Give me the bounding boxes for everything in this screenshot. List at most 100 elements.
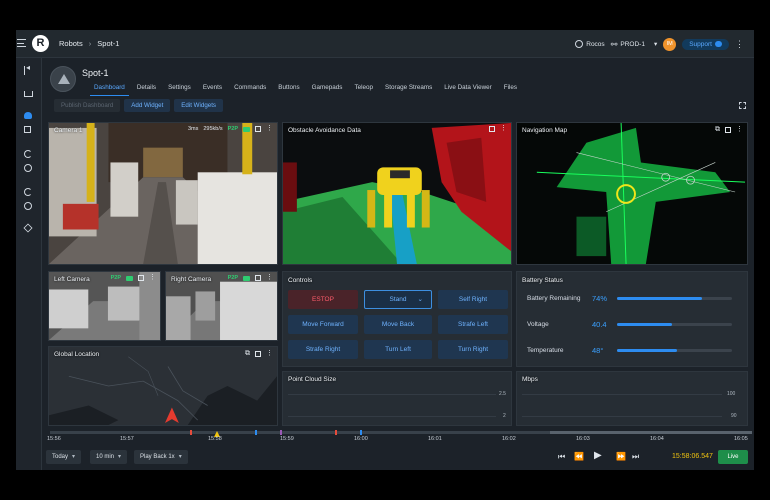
publish-dashboard-button[interactable]: Publish Dashboard — [54, 99, 121, 112]
tab-live-data-viewer[interactable]: Live Data Viewer — [438, 81, 498, 96]
event-marker[interactable] — [255, 430, 257, 435]
voltage-bar — [617, 323, 732, 326]
breadcrumb-current: Spot-1 — [97, 39, 120, 48]
tab-files[interactable]: Files — [498, 81, 523, 96]
latency-readout: 3ms — [187, 126, 199, 132]
self-right-button[interactable]: Self Right — [438, 290, 508, 309]
collapse-icon[interactable] — [24, 63, 33, 75]
more-vertical-icon[interactable]: ⋮ — [266, 350, 273, 357]
rewind-icon[interactable]: ⏪ — [574, 452, 584, 461]
turn-right-button[interactable]: Turn Right — [438, 340, 508, 359]
obstacle-point-cloud — [283, 123, 511, 264]
fullscreen-icon[interactable] — [725, 127, 731, 133]
chat-icon — [715, 41, 722, 47]
more-vertical-icon[interactable]: ⋮ — [266, 274, 273, 281]
fleet-icon[interactable] — [24, 126, 31, 133]
tab-buttons[interactable]: Buttons — [272, 81, 305, 96]
org-selector[interactable]: Rocos — [575, 40, 605, 48]
right-camera-toolbar: P2P ⋮ — [228, 274, 273, 281]
fullscreen-icon[interactable] — [489, 126, 495, 132]
world-icon[interactable] — [24, 202, 32, 210]
fullscreen-icon[interactable] — [255, 275, 261, 281]
controls-title: Controls — [288, 277, 313, 284]
playback-speed-selector[interactable]: Play Back 1x ▾ — [134, 450, 188, 464]
chevron-down-icon: ▾ — [72, 454, 76, 460]
skip-to-end-icon[interactable]: ⏭ — [632, 452, 639, 462]
y-tick: 90 — [731, 413, 737, 419]
timeline-tick: 16:00 — [354, 436, 368, 442]
global-location-widget: Global Location ⧉ ⋮ — [48, 346, 278, 426]
navigation-map-view — [517, 123, 747, 264]
tab-commands[interactable]: Commands — [228, 81, 272, 96]
estop-button[interactable]: ESTOP — [288, 290, 358, 309]
more-vertical-icon[interactable]: ⋮ — [149, 274, 156, 281]
home-icon[interactable] — [24, 91, 33, 97]
globe-icon[interactable] — [24, 164, 32, 172]
image-icon[interactable]: ⧉ — [245, 350, 250, 358]
range-label: Today — [52, 454, 69, 460]
timeline-future — [550, 431, 752, 434]
event-marker[interactable] — [360, 430, 362, 435]
add-widget-button[interactable]: Add Widget — [124, 99, 171, 112]
play-icon[interactable]: ▶ — [594, 450, 602, 461]
refresh-icon[interactable] — [24, 150, 32, 158]
skip-to-start-icon[interactable]: ⏮ — [558, 452, 565, 462]
image-icon[interactable]: ⧉ — [715, 126, 720, 134]
p2p-badge: P2P — [227, 126, 238, 132]
menu-icon[interactable] — [17, 39, 26, 47]
tab-settings[interactable]: Settings — [162, 81, 197, 96]
battery-remaining-fill — [617, 297, 703, 300]
fullscreen-icon[interactable] — [255, 351, 261, 357]
point-cloud-size-widget: Point Cloud Size 2.5 2 — [282, 371, 512, 426]
move-forward-button[interactable]: Move Forward — [288, 315, 358, 334]
y-tick: 2.5 — [499, 391, 506, 397]
user-avatar[interactable]: IM — [663, 37, 677, 51]
range-selector[interactable]: Today ▾ — [46, 450, 82, 464]
robot-icon[interactable] — [24, 112, 32, 119]
edit-widgets-button[interactable]: Edit Widgets — [174, 99, 224, 112]
tab-gamepads[interactable]: Gamepads — [306, 81, 349, 96]
event-marker[interactable] — [190, 430, 192, 435]
tab-dashboard[interactable]: Dashboard — [88, 81, 131, 96]
more-vertical-icon[interactable]: ⋮ — [735, 39, 744, 50]
more-vertical-icon[interactable]: ⋮ — [736, 126, 743, 133]
tab-teleop[interactable]: Teleop — [348, 81, 379, 96]
tab-details[interactable]: Details — [131, 81, 162, 96]
move-back-button[interactable]: Move Back — [364, 315, 432, 334]
event-marker[interactable] — [280, 430, 282, 435]
support-label: Support — [689, 40, 712, 48]
fullscreen-icon[interactable] — [138, 275, 144, 281]
timeline-scrubber[interactable] — [50, 430, 752, 437]
window-label: 10 min — [96, 454, 115, 460]
live-button[interactable]: Live — [718, 450, 748, 464]
video-camera-icon — [243, 126, 250, 132]
strafe-left-button[interactable]: Strafe Left — [438, 315, 508, 334]
fullscreen-icon[interactable] — [255, 126, 261, 132]
strafe-right-button[interactable]: Strafe Right — [288, 340, 358, 359]
navigation-map-widget: Navigation Map ⧉ ⋮ — [516, 122, 748, 265]
support-button[interactable]: Support — [682, 38, 729, 50]
chevron-down-icon: ▾ — [118, 454, 122, 460]
more-vertical-icon[interactable]: ⋮ — [500, 125, 507, 132]
window-selector[interactable]: 10 min ▾ — [90, 450, 128, 464]
stand-selector[interactable]: Stand ⌄ — [364, 290, 432, 309]
rocos-logo[interactable]: R — [32, 35, 49, 52]
tab-events[interactable]: Events — [197, 81, 228, 96]
battery-title: Battery Status — [522, 277, 563, 284]
fast-forward-icon[interactable]: ⏩ — [616, 452, 626, 461]
battery-remaining-value: 74% — [592, 294, 608, 303]
playback-speed-label: Play Back 1x — [140, 454, 175, 460]
event-marker[interactable] — [335, 430, 337, 435]
sync-icon[interactable] — [24, 188, 32, 196]
tab-storage-streams[interactable]: Storage Streams — [379, 81, 438, 96]
mbps-widget: Mbps 100 90 — [516, 371, 748, 426]
temperature-fill — [617, 349, 677, 352]
env-name: PROD-1 — [620, 40, 645, 48]
breadcrumb-robots[interactable]: Robots — [59, 39, 83, 48]
env-selector[interactable]: ⚯ PROD-1 ▾ — [611, 40, 658, 49]
video-camera-icon — [126, 275, 133, 281]
more-vertical-icon[interactable]: ⋮ — [266, 125, 273, 132]
fullscreen-icon[interactable] — [739, 102, 746, 109]
turn-left-button[interactable]: Turn Left — [364, 340, 432, 359]
layers-icon[interactable] — [23, 223, 33, 233]
